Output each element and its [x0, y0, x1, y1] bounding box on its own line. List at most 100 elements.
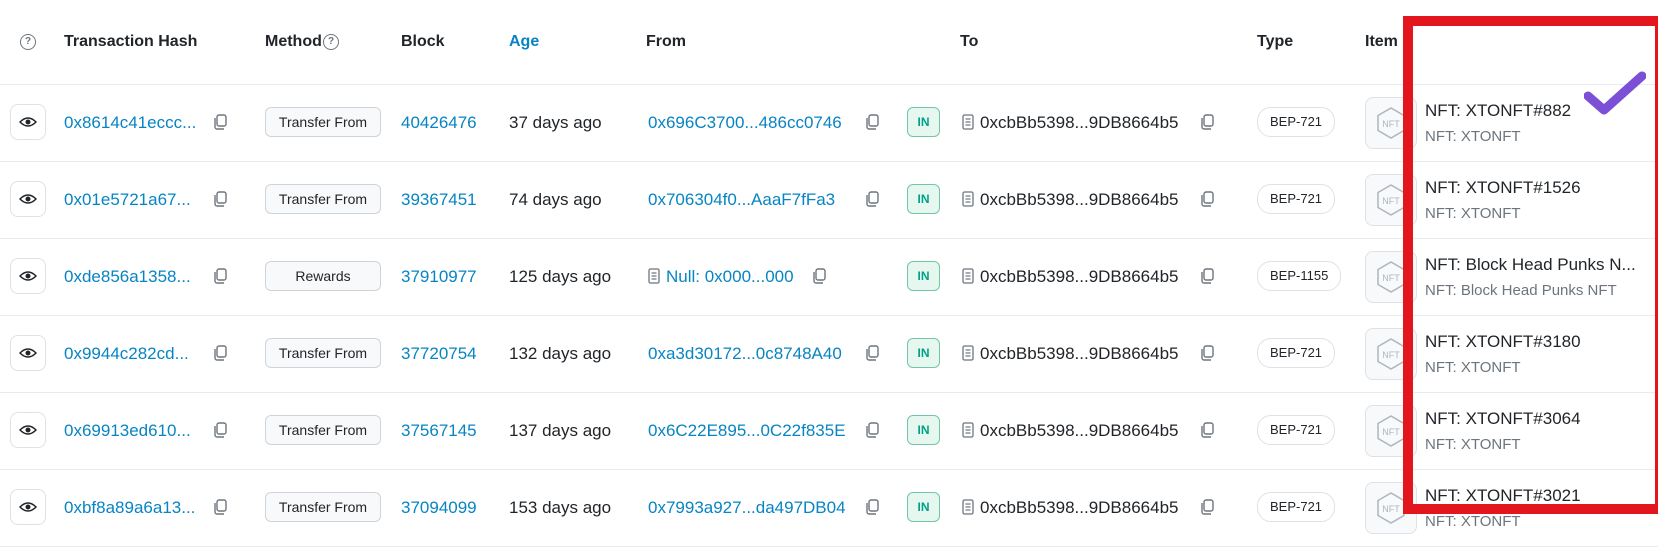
- copy-icon[interactable]: [1199, 114, 1215, 130]
- age-text: 153 days ago: [509, 498, 612, 517]
- block-link[interactable]: 37567145: [401, 393, 477, 469]
- table-header: ? Transaction Hash Method ? Block Age Fr…: [0, 0, 1658, 85]
- copy-icon[interactable]: [1199, 345, 1215, 361]
- direction-badge: IN: [907, 107, 940, 137]
- copy-icon[interactable]: [864, 114, 880, 130]
- from-address-link[interactable]: 0x696C3700...486cc0746: [648, 85, 842, 161]
- age-text: 132 days ago: [509, 344, 612, 363]
- copy-icon[interactable]: [1199, 422, 1215, 438]
- copy-icon[interactable]: [864, 191, 880, 207]
- svg-text:NFT: NFT: [1382, 273, 1400, 283]
- copy-icon[interactable]: [1199, 191, 1215, 207]
- eye-icon: [19, 502, 37, 512]
- age-text: 125 days ago: [509, 267, 612, 286]
- from-address-link[interactable]: 0x6C22E895...0C22f835E: [648, 393, 846, 469]
- table-row: 0x9944c282cd... Transfer From 37720754 1…: [0, 316, 1658, 393]
- to-address-text: 0xcbBb5398...9DB8664b5: [980, 267, 1179, 286]
- nft-thumbnail[interactable]: NFT: [1365, 97, 1417, 149]
- copy-icon[interactable]: [864, 345, 880, 361]
- question-circle-icon[interactable]: ?: [20, 34, 36, 50]
- from-address-link[interactable]: 0xa3d30172...0c8748A40: [648, 316, 842, 392]
- nft-thumbnail[interactable]: NFT: [1365, 174, 1417, 226]
- svg-text:NFT: NFT: [1382, 119, 1400, 129]
- column-method: Method: [265, 33, 322, 50]
- view-details-button[interactable]: [10, 412, 46, 448]
- from-address-link[interactable]: 0x706304f0...AaaF7fFa3: [648, 162, 835, 238]
- svg-text:NFT: NFT: [1382, 196, 1400, 206]
- to-address-text: 0xcbBb5398...9DB8664b5: [980, 498, 1179, 517]
- view-details-button[interactable]: [10, 335, 46, 371]
- checkmark-icon: [1584, 71, 1646, 115]
- token-type-badge: BEP-721: [1257, 492, 1336, 522]
- nft-thumbnail[interactable]: NFT: [1365, 482, 1417, 534]
- document-icon: [962, 422, 974, 438]
- block-link[interactable]: 37910977: [401, 239, 477, 315]
- eye-icon: [19, 117, 37, 127]
- nft-item-name-link[interactable]: NFT: XTONFT#3180: [1425, 332, 1581, 352]
- document-icon: [648, 268, 660, 284]
- nft-item-name-link[interactable]: NFT: XTONFT#3064: [1425, 409, 1581, 429]
- view-details-button[interactable]: [10, 104, 46, 140]
- token-type-badge: BEP-721: [1257, 415, 1336, 445]
- view-details-button[interactable]: [10, 258, 46, 294]
- nft-item-name-link[interactable]: NFT: XTONFT#882: [1425, 101, 1571, 121]
- copy-icon[interactable]: [212, 191, 228, 207]
- block-link[interactable]: 40426476: [401, 85, 477, 161]
- eye-icon: [19, 271, 37, 281]
- nft-item-name-link[interactable]: NFT: Block Head Punks N...: [1425, 255, 1636, 275]
- copy-icon[interactable]: [212, 422, 228, 438]
- age-text: 74 days ago: [509, 190, 602, 209]
- from-address-link[interactable]: 0x7993a927...da497DB04: [648, 470, 846, 546]
- nft-hexagon-icon: NFT: [1377, 107, 1405, 139]
- transaction-hash-link[interactable]: 0x69913ed610...: [64, 393, 191, 469]
- nft-item-name-link[interactable]: NFT: XTONFT#1526: [1425, 178, 1581, 198]
- copy-icon[interactable]: [212, 268, 228, 284]
- copy-icon[interactable]: [1199, 268, 1215, 284]
- nft-thumbnail[interactable]: NFT: [1365, 251, 1417, 303]
- direction-badge: IN: [907, 338, 940, 368]
- from-address-link[interactable]: Null: 0x000...000: [666, 239, 794, 315]
- method-help-icon[interactable]: ?: [323, 34, 339, 50]
- block-link[interactable]: 37720754: [401, 316, 477, 392]
- direction-badge: IN: [907, 184, 940, 214]
- copy-icon[interactable]: [864, 422, 880, 438]
- nft-thumbnail[interactable]: NFT: [1365, 328, 1417, 380]
- copy-icon[interactable]: [811, 268, 827, 284]
- to-address-text: 0xcbBb5398...9DB8664b5: [980, 113, 1179, 132]
- method-badge: Transfer From: [265, 107, 381, 137]
- view-details-button[interactable]: [10, 181, 46, 217]
- transaction-hash-link[interactable]: 0xbf8a89a6a13...: [64, 470, 195, 546]
- view-details-button[interactable]: [10, 489, 46, 525]
- nft-thumbnail[interactable]: NFT: [1365, 405, 1417, 457]
- transaction-hash-link[interactable]: 0xde856a1358...: [64, 239, 191, 315]
- direction-badge: IN: [907, 415, 940, 445]
- age-text: 37 days ago: [509, 113, 602, 132]
- nft-collection-name: NFT: Block Head Punks NFT: [1425, 282, 1617, 299]
- method-badge: Transfer From: [265, 338, 381, 368]
- nft-collection-name: NFT: XTONFT: [1425, 436, 1521, 453]
- block-link[interactable]: 37094099: [401, 470, 477, 546]
- svg-text:NFT: NFT: [1382, 350, 1400, 360]
- token-type-badge: BEP-1155: [1257, 261, 1342, 291]
- column-to: To: [960, 33, 979, 50]
- eye-icon: [19, 348, 37, 358]
- nft-collection-name: NFT: XTONFT: [1425, 205, 1521, 222]
- table-row: 0x8614c41eccc... Transfer From 40426476 …: [0, 85, 1658, 162]
- token-type-badge: BEP-721: [1257, 107, 1336, 137]
- copy-icon[interactable]: [212, 114, 228, 130]
- direction-badge: IN: [907, 492, 940, 522]
- method-badge: Transfer From: [265, 492, 381, 522]
- block-link[interactable]: 39367451: [401, 162, 477, 238]
- nft-hexagon-icon: NFT: [1377, 492, 1405, 524]
- copy-icon[interactable]: [212, 345, 228, 361]
- nft-collection-name: NFT: XTONFT: [1425, 359, 1521, 376]
- transaction-hash-link[interactable]: 0x9944c282cd...: [64, 316, 189, 392]
- transaction-hash-link[interactable]: 0x01e5721a67...: [64, 162, 191, 238]
- nft-item-name-link[interactable]: NFT: XTONFT#3021: [1425, 486, 1581, 506]
- transaction-hash-link[interactable]: 0x8614c41eccc...: [64, 85, 196, 161]
- nft-hexagon-icon: NFT: [1377, 261, 1405, 293]
- document-icon: [962, 345, 974, 361]
- to-address-text: 0xcbBb5398...9DB8664b5: [980, 421, 1179, 440]
- direction-badge: IN: [907, 261, 940, 291]
- column-age-toggle[interactable]: Age: [509, 31, 539, 53]
